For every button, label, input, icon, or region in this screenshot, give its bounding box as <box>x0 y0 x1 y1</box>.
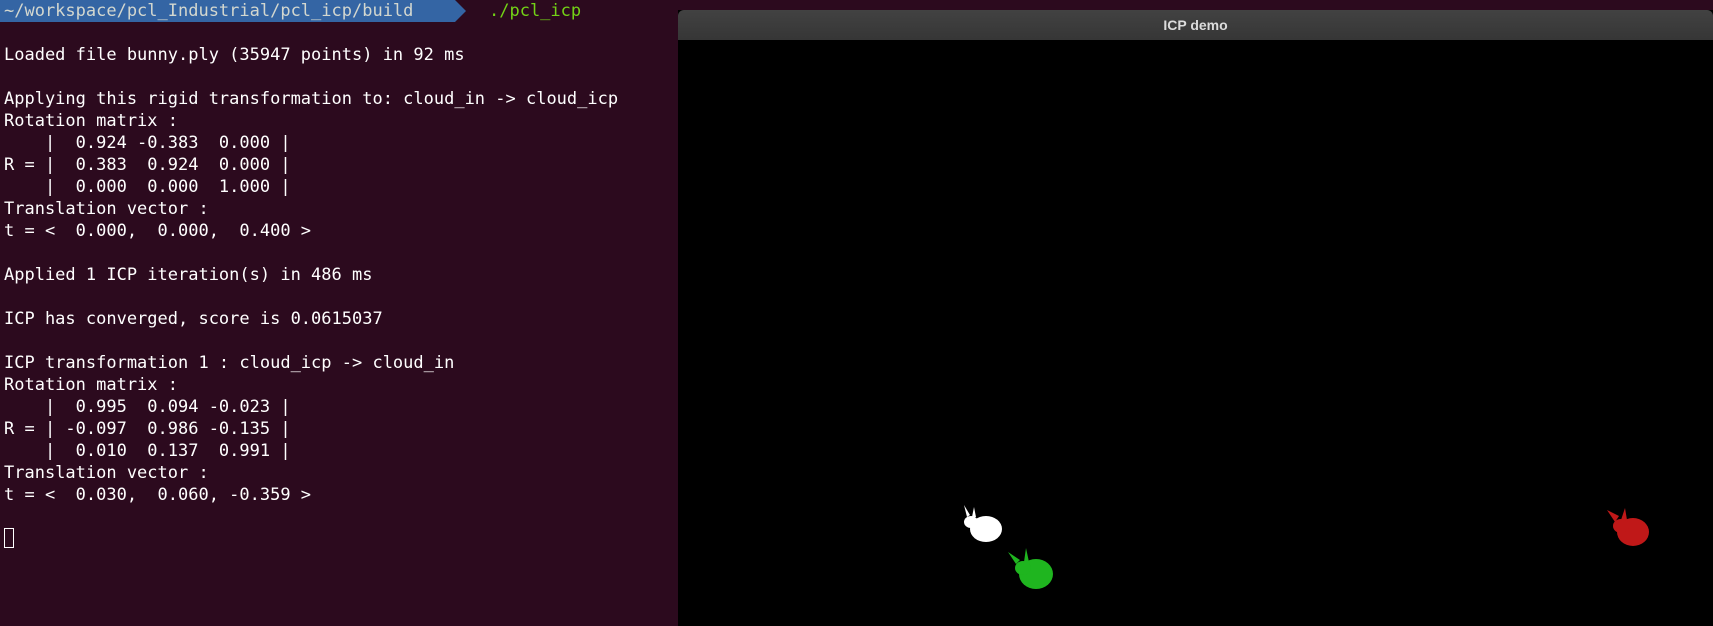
terminal-window[interactable]: ~/workspace/pcl_Industrial/pcl_icp/build… <box>0 0 678 626</box>
output-line: | 0.995 0.094 -0.023 | <box>4 397 291 417</box>
output-line: ICP has converged, score is 0.0615037 <box>4 309 383 329</box>
terminal-output: Loaded file bunny.ply (35947 points) in … <box>4 44 618 550</box>
output-line: | 0.000 0.000 1.000 | <box>4 177 291 197</box>
output-line: Rotation matrix : <box>4 111 178 131</box>
prompt-command: ./pcl_icp <box>489 1 582 21</box>
green-cloud-ears <box>1008 548 1029 564</box>
green-cloud <box>1008 548 1053 589</box>
red-cloud-ears <box>1607 508 1627 522</box>
prompt-arrow-icon <box>455 0 466 22</box>
output-line: | 0.010 0.137 0.991 | <box>4 441 291 461</box>
green-cloud-head <box>1015 561 1031 575</box>
red-cloud <box>1607 508 1649 546</box>
terminal-cursor <box>4 528 14 548</box>
output-line: R = | -0.097 0.986 -0.135 | <box>4 419 291 439</box>
output-line: Translation vector : <box>4 199 209 219</box>
viewer-titlebar[interactable]: ICP demo <box>678 10 1713 40</box>
point-cloud-render <box>964 505 1649 589</box>
output-line: Applied 1 ICP iteration(s) in 486 ms <box>4 265 373 285</box>
output-line: Applying this rigid transformation to: c… <box>4 89 619 109</box>
output-line: t = < 0.030, 0.060, -0.359 > <box>4 485 312 505</box>
viewer-title: ICP demo <box>1163 17 1228 33</box>
output-line: ICP transformation 1 : cloud_icp -> clou… <box>4 353 455 373</box>
white-cloud-ears <box>964 505 976 517</box>
prompt-path: ~/workspace/pcl_Industrial/pcl_icp/build <box>0 0 455 22</box>
icp-viewer-window[interactable]: ICP demo <box>678 10 1713 626</box>
cursor-line <box>4 528 618 550</box>
output-line: R = | 0.383 0.924 0.000 | <box>4 155 291 175</box>
output-line: | 0.924 -0.383 0.000 | <box>4 133 291 153</box>
point-cloud-canvas[interactable] <box>678 40 1713 626</box>
output-line: Loaded file bunny.ply (35947 points) in … <box>4 45 465 65</box>
white-cloud-head <box>964 516 978 528</box>
output-line: Translation vector : <box>4 463 209 483</box>
output-line: t = < 0.000, 0.000, 0.400 > <box>4 221 312 241</box>
white-cloud <box>964 505 1002 542</box>
output-line: Rotation matrix : <box>4 375 178 395</box>
